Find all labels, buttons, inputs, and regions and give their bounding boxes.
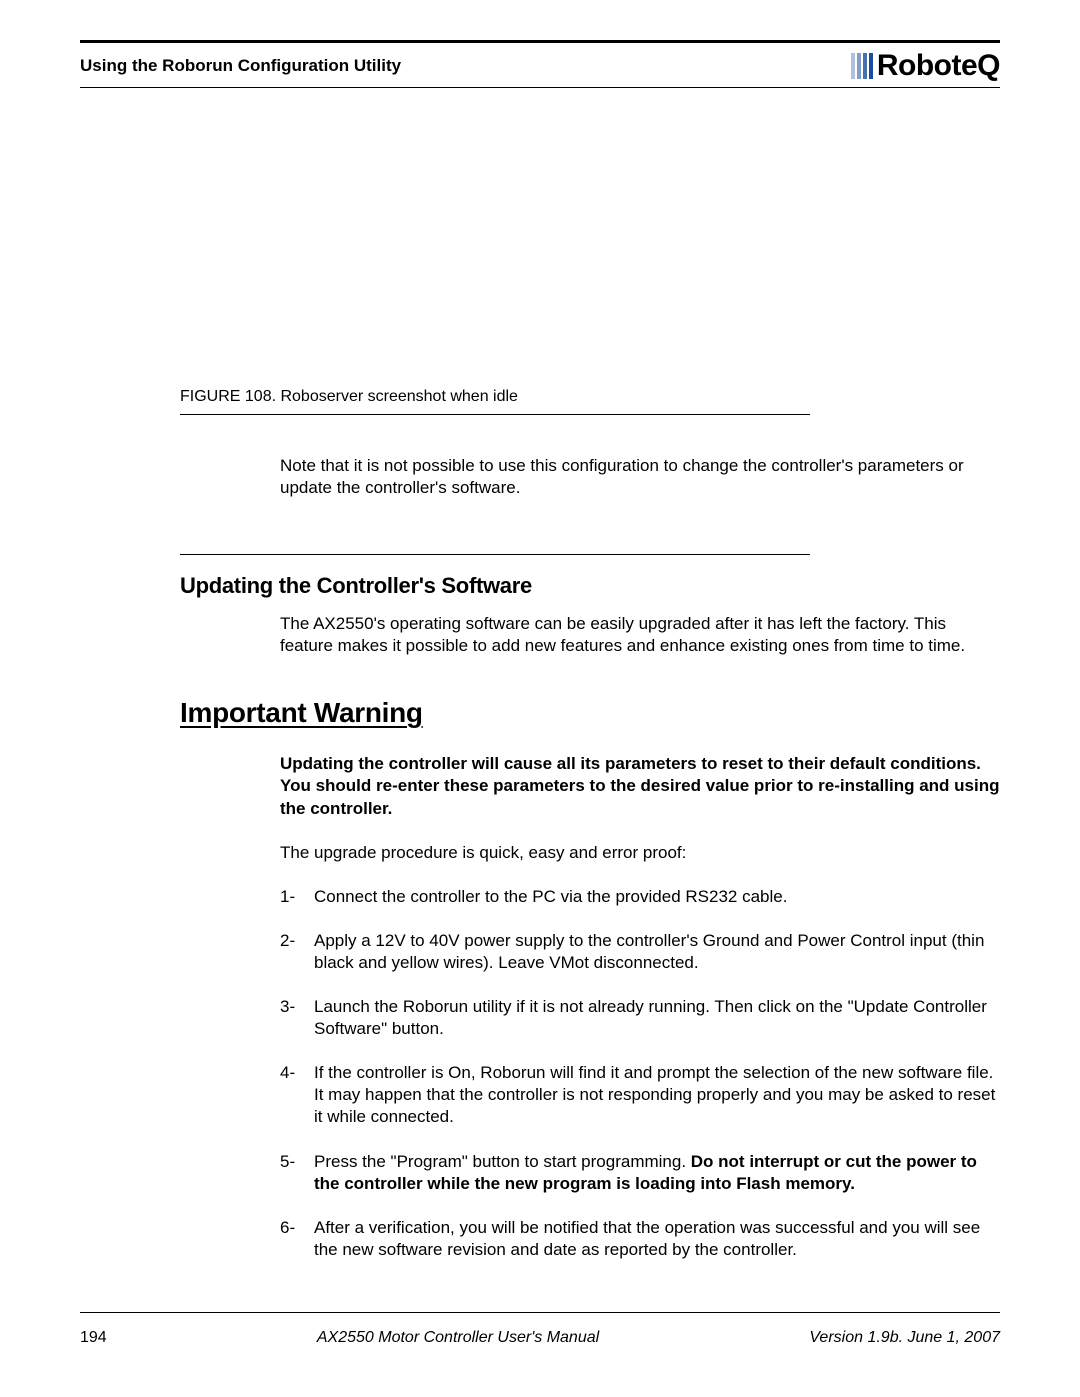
procedure-list: 1- Connect the controller to the PC via … [280,886,1000,1261]
step5-lead: Press the "Program" button to start prog… [314,1152,691,1171]
warning-bold-paragraph: Updating the controller will cause all i… [280,753,1000,819]
list-item: 6- After a verification, you will be not… [280,1217,1000,1261]
page-header: Using the Roborun Configuration Utility … [80,49,1000,88]
list-item-number: 6- [280,1217,314,1261]
section-rule-wrap [180,554,810,555]
list-item: 2- Apply a 12V to 40V power supply to th… [280,930,1000,974]
page-footer: 194 AX2550 Motor Controller User's Manua… [80,1329,1000,1347]
section-paragraph: The AX2550's operating software can be e… [280,613,1000,657]
procedure-intro: The upgrade procedure is quick, easy and… [280,842,1000,864]
version-text: Version 1.9b. June 1, 2007 [809,1329,1000,1347]
list-item-text: Connect the controller to the PC via the… [314,886,1000,908]
figure-block: FIGURE 108. Roboserver screenshot when i… [180,388,810,415]
note-paragraph: Note that it is not possible to use this… [280,455,1000,499]
list-item: 5- Press the "Program" button to start p… [280,1151,1000,1195]
list-item-text: After a verification, you will be notifi… [314,1217,1000,1261]
section-title: Using the Roborun Configuration Utility [80,56,401,76]
section-rule [180,554,810,555]
list-item-number: 1- [280,886,314,908]
list-item-text: Press the "Program" button to start prog… [314,1151,1000,1195]
list-item-text: Launch the Roborun utility if it is not … [314,996,1000,1040]
footer-rule [80,1312,1000,1313]
list-item-number: 4- [280,1062,314,1128]
list-item-number: 2- [280,930,314,974]
logo-bars-icon [851,53,873,79]
list-item: 1- Connect the controller to the PC via … [280,886,1000,908]
list-item: 3- Launch the Roborun utility if it is n… [280,996,1000,1040]
list-item-number: 3- [280,996,314,1040]
list-item-number: 5- [280,1151,314,1195]
list-item-text: Apply a 12V to 40V power supply to the c… [314,930,1000,974]
list-item-text: If the controller is On, Roborun will fi… [314,1062,1000,1128]
page-194: Using the Roborun Configuration Utility … [0,0,1080,1397]
list-item: 4- If the controller is On, Roborun will… [280,1062,1000,1128]
section-heading: Updating the Controller's Software [180,573,1000,599]
top-rule [80,40,1000,43]
brand-logo: RoboteQ [851,49,1000,83]
figure-caption: FIGURE 108. Roboserver screenshot when i… [180,388,810,406]
warning-heading: Important Warning [180,697,1000,729]
brand-logo-text: RoboteQ [877,49,1000,83]
manual-title: AX2550 Motor Controller User's Manual [317,1329,599,1347]
figure-rule [180,414,810,415]
page-number: 194 [80,1329,107,1347]
